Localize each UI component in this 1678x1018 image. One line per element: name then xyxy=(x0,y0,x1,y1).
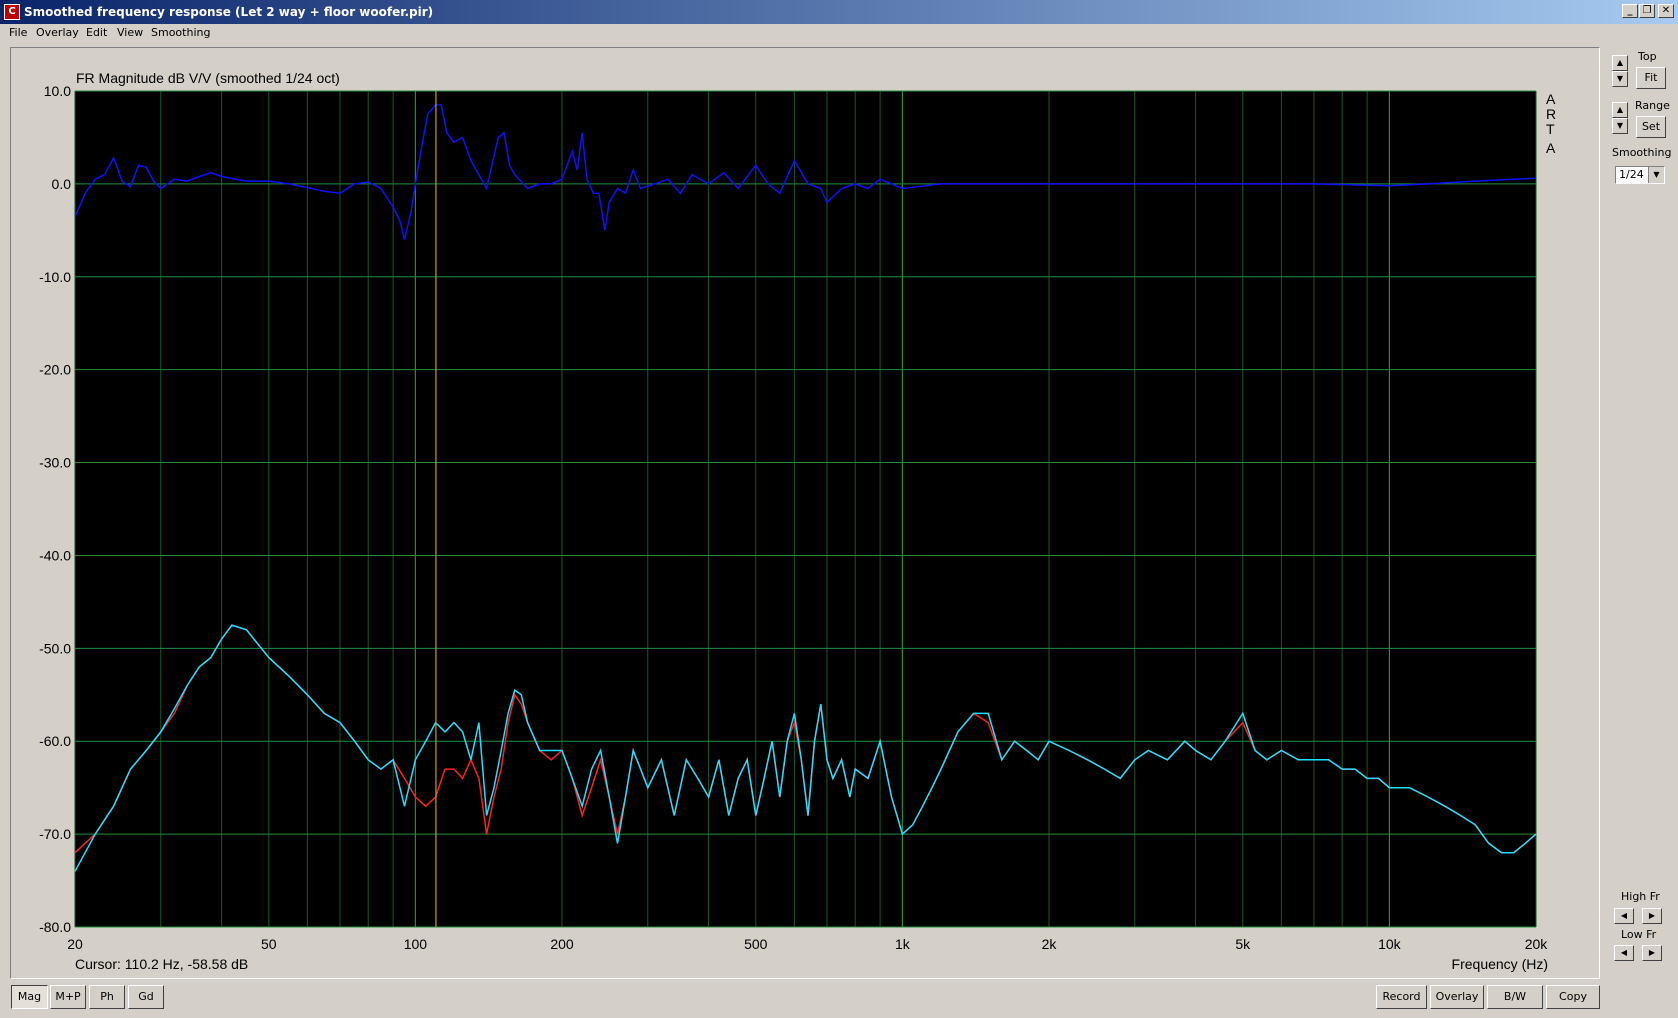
close-button[interactable]: ✕ xyxy=(1658,4,1674,18)
top-up-button[interactable]: ▲ xyxy=(1612,55,1628,71)
menu-file[interactable]: File xyxy=(9,26,27,39)
high-fr-left-button[interactable]: ◀ xyxy=(1614,908,1634,924)
ph-button[interactable]: Ph xyxy=(89,985,125,1009)
top-label: Top xyxy=(1638,50,1657,63)
top-down-button[interactable]: ▼ xyxy=(1612,71,1628,87)
menu-overlay[interactable]: Overlay xyxy=(36,26,79,39)
app-icon[interactable]: C xyxy=(4,4,20,20)
restore-button[interactable]: ❐ xyxy=(1639,4,1655,18)
range-down-button[interactable]: ▼ xyxy=(1612,118,1628,134)
menu-edit[interactable]: Edit xyxy=(86,26,107,39)
smoothing-select[interactable]: 1/24 ▼ xyxy=(1615,166,1665,184)
title-bar[interactable]: C Smoothed frequency response (Let 2 way… xyxy=(0,0,1678,24)
low-fr-right-button[interactable]: ▶ xyxy=(1642,945,1662,961)
high-fr-label: High Fr xyxy=(1621,890,1660,903)
menu-view[interactable]: View xyxy=(117,26,143,39)
low-fr-left-button[interactable]: ◀ xyxy=(1614,945,1634,961)
copy-button[interactable]: Copy xyxy=(1546,985,1600,1009)
chevron-down-icon[interactable]: ▼ xyxy=(1648,167,1664,183)
menu-smoothing[interactable]: Smoothing xyxy=(151,26,210,39)
menu-bar: File Overlay Edit View Smoothing xyxy=(0,24,1678,42)
gd-button[interactable]: Gd xyxy=(128,985,164,1009)
range-label: Range xyxy=(1635,99,1670,112)
chart-panel xyxy=(10,47,1600,979)
window-title: Smoothed frequency response (Let 2 way +… xyxy=(24,5,434,19)
bw-button[interactable]: B/W xyxy=(1487,985,1543,1009)
range-up-button[interactable]: ▲ xyxy=(1612,102,1628,118)
fit-button[interactable]: Fit xyxy=(1636,67,1666,89)
high-fr-right-button[interactable]: ▶ xyxy=(1642,908,1662,924)
smoothing-label: Smoothing xyxy=(1612,146,1672,159)
set-button[interactable]: Set xyxy=(1636,116,1666,138)
overlay-button[interactable]: Overlay xyxy=(1430,985,1484,1009)
mag-button[interactable]: Mag xyxy=(11,985,48,1009)
low-fr-label: Low Fr xyxy=(1621,928,1657,941)
record-button[interactable]: Record xyxy=(1376,985,1427,1009)
minimize-button[interactable]: _ xyxy=(1622,4,1638,18)
smoothing-value: 1/24 xyxy=(1619,168,1644,181)
mp-button[interactable]: M+P xyxy=(50,985,86,1009)
